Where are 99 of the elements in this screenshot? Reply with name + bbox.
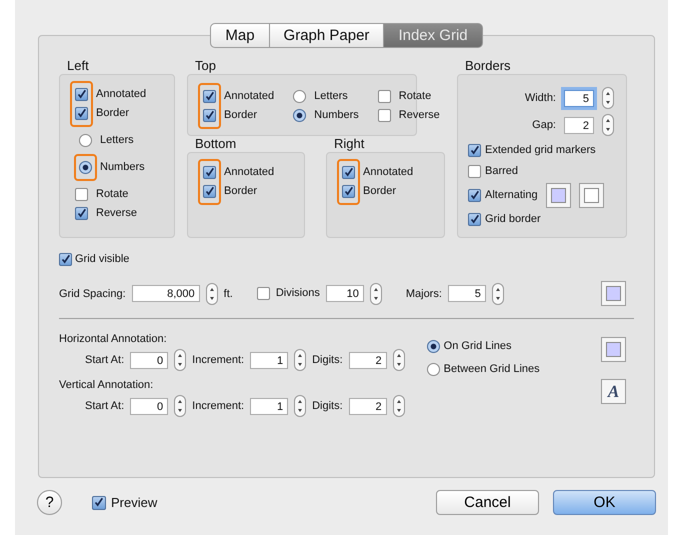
unit-label: ft.	[224, 288, 233, 300]
field-label: Digits:	[312, 354, 343, 366]
checkbox[interactable]	[92, 496, 106, 510]
stepper-control[interactable]	[602, 114, 614, 136]
input-field[interactable]: 2	[348, 398, 387, 414]
stepper-control[interactable]	[392, 395, 405, 417]
input-field[interactable]: 0	[130, 352, 168, 368]
stepper-control[interactable]	[294, 395, 306, 417]
stepper-control[interactable]	[602, 87, 614, 109]
option-label: Between Grid Lines	[444, 362, 540, 377]
radio-button[interactable]	[293, 109, 306, 122]
input-field[interactable]: 8,000	[132, 285, 200, 302]
option-label: Reverse	[96, 206, 137, 221]
color-well[interactable]	[546, 183, 571, 208]
input-field[interactable]: 5	[448, 285, 486, 302]
input-field[interactable]: 0	[130, 398, 168, 414]
checkbox[interactable]	[468, 165, 481, 178]
stepper-control[interactable]	[294, 349, 306, 371]
checkbox-label: Grid visible	[75, 252, 130, 267]
checkbox[interactable]	[75, 188, 88, 201]
option-label: On Grid Lines	[444, 339, 512, 354]
field-label: Start At:	[85, 354, 124, 366]
option-label: Annotated	[224, 165, 274, 180]
checkbox[interactable]	[468, 213, 481, 226]
option-label: Grid border	[485, 212, 541, 227]
input-field[interactable]: 2	[348, 352, 387, 368]
field-label: Majors:	[406, 288, 442, 300]
field-label: Digits:	[312, 400, 343, 412]
ok-button[interactable]: OK	[553, 490, 656, 515]
checkbox-label: Preview	[111, 495, 158, 510]
radio-button[interactable]	[426, 363, 440, 376]
checkbox[interactable]	[468, 189, 481, 202]
group-title: Top	[195, 58, 217, 73]
option-label: Border	[96, 106, 130, 121]
checkbox[interactable]	[256, 287, 270, 300]
option-label: Alternating	[485, 188, 538, 203]
option-label: Annotated	[363, 165, 414, 180]
section-label: Vertical Annotation:	[59, 378, 154, 393]
input-field[interactable]: 10	[326, 285, 364, 302]
stepper-control[interactable]	[174, 395, 186, 417]
field-label: Width:	[524, 92, 556, 104]
field-label: Increment:	[192, 400, 244, 412]
option-label: Annotated	[224, 89, 274, 104]
help-button[interactable]: ?	[37, 490, 62, 515]
checkbox[interactable]	[203, 109, 216, 122]
checkbox[interactable]	[342, 185, 355, 198]
option-label: Annotated	[96, 87, 146, 102]
option-label: Reverse	[398, 108, 440, 123]
checkbox[interactable]	[203, 166, 216, 179]
checkbox[interactable]	[468, 144, 481, 157]
option-label: Numbers	[314, 108, 359, 123]
field-label: Start At:	[85, 400, 124, 412]
option-label: Border	[363, 184, 398, 199]
field-label: Increment:	[192, 354, 244, 366]
checkbox[interactable]	[203, 185, 216, 198]
input-field[interactable]: 2	[564, 116, 594, 134]
group-title: Right	[334, 136, 366, 151]
checkbox[interactable]	[59, 253, 72, 266]
radio-button[interactable]	[79, 161, 92, 174]
option-label: Rotate	[398, 89, 432, 104]
tab[interactable]: Map	[210, 23, 270, 48]
cancel-button[interactable]: Cancel	[436, 490, 539, 515]
group-title: Left	[67, 58, 90, 73]
section-label: Horizontal Annotation:	[59, 332, 168, 347]
radio-button[interactable]	[79, 134, 92, 147]
color-well[interactable]	[578, 183, 604, 208]
checkbox-label: Divisions	[276, 286, 320, 301]
group-title: Bottom	[195, 136, 238, 151]
group-title: Borders	[465, 58, 512, 73]
radio-button[interactable]	[426, 340, 440, 353]
option-label: Rotate	[96, 187, 130, 202]
field-label: Gap:	[532, 119, 556, 131]
option-label: Letters	[100, 133, 134, 148]
color-well[interactable]	[601, 337, 626, 362]
option-label: Letters	[314, 89, 349, 104]
checkbox[interactable]	[75, 88, 88, 101]
checkbox[interactable]	[378, 109, 391, 122]
option-label: Barred	[485, 164, 518, 179]
option-label: Border	[224, 184, 258, 199]
color-well[interactable]	[601, 281, 626, 306]
option-label: Numbers	[100, 160, 145, 175]
input-field[interactable]: 1	[250, 398, 288, 414]
tab[interactable]: Graph Paper	[270, 23, 384, 48]
stepper-control[interactable]	[206, 282, 218, 304]
field-label: Grid Spacing:	[59, 288, 126, 300]
stepper-control[interactable]	[392, 349, 405, 371]
option-label: Border	[224, 108, 258, 123]
radio-button[interactable]	[293, 90, 306, 103]
stepper-control[interactable]	[174, 349, 186, 371]
checkbox[interactable]	[75, 207, 88, 220]
input-field[interactable]: 1	[250, 352, 288, 368]
checkbox[interactable]	[378, 90, 391, 103]
checkbox[interactable]	[75, 107, 88, 120]
stepper-control[interactable]	[370, 282, 382, 304]
checkbox[interactable]	[203, 90, 216, 103]
stepper-control[interactable]	[492, 282, 504, 304]
font-button[interactable]: A	[601, 379, 626, 404]
option-label: Extended grid markers	[485, 143, 596, 158]
checkbox[interactable]	[342, 166, 355, 179]
